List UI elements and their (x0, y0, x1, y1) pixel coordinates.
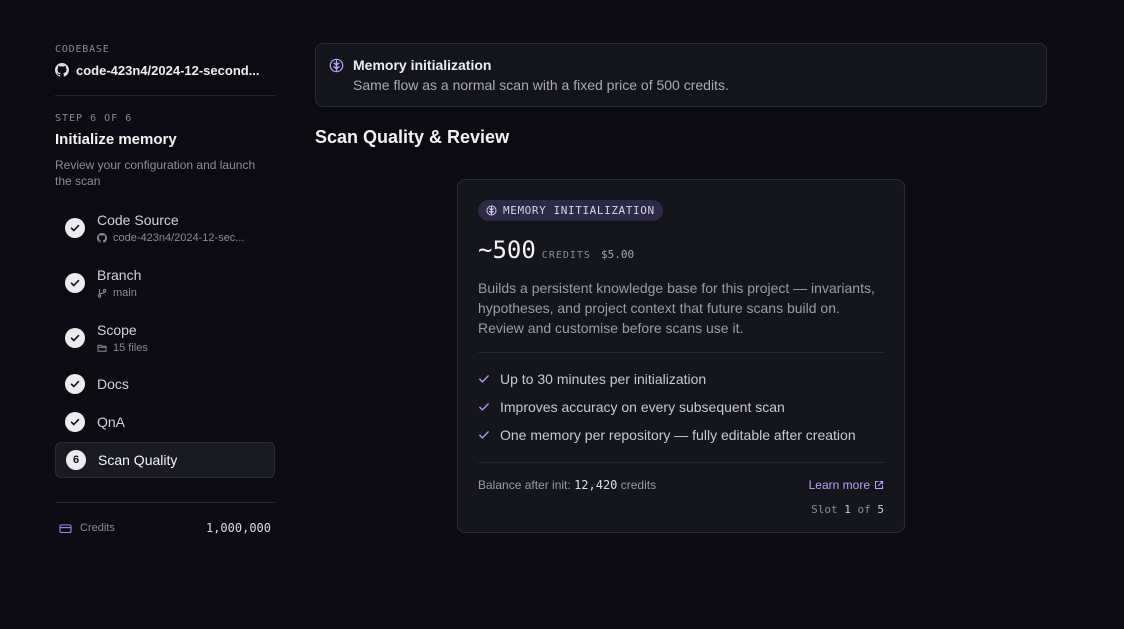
learn-more-link[interactable]: Learn more (809, 478, 884, 492)
step-name: Scope (97, 321, 137, 338)
repo-row: code-423n4/2024-12-second... (55, 62, 275, 78)
credits-value: 1,000,000 (205, 521, 271, 535)
step-detail-text: code-423n4/2024-12-sec... (113, 231, 245, 244)
balance-value: 12,420 (574, 478, 618, 492)
balance-unit: credits (620, 478, 657, 492)
step-number: 6 (72, 454, 80, 466)
credits-label: Credits (80, 522, 115, 534)
feature-text: Improves accuracy on every subsequent sc… (500, 399, 785, 415)
step-counter: STEP 6 OF 6 (55, 113, 133, 124)
step-name: Code Source (97, 211, 179, 228)
check-icon (65, 374, 85, 394)
learn-more-label: Learn more (808, 478, 870, 492)
divider (55, 95, 275, 96)
codebase-label: CODEBASE (55, 44, 110, 55)
memory-init-card: MEMORY INITIALIZATION ~500 CREDITS $5.00… (457, 179, 905, 533)
divider (478, 462, 884, 463)
github-icon (55, 63, 69, 77)
slot-indicator: Slot 1 of 5 (478, 503, 884, 516)
step-number-badge: 6 (66, 450, 86, 470)
credit-card-icon (59, 523, 72, 533)
feature-item: Improves accuracy on every subsequent sc… (478, 393, 884, 421)
brain-icon (486, 205, 497, 216)
price-row: ~500 CREDITS $5.00 (478, 236, 884, 264)
step-docs[interactable]: Docs (55, 365, 275, 403)
branch-icon (97, 288, 107, 298)
price-usd: $5.00 (600, 248, 635, 261)
step-scope[interactable]: Scope 15 files (55, 310, 275, 365)
card-footer: Balance after init: 12,420 credits Learn… (478, 478, 884, 492)
memory-badge: MEMORY INITIALIZATION (478, 200, 663, 221)
step-name: QnA (97, 414, 126, 430)
step-title: Initialize memory (55, 131, 177, 148)
step-detail: code-423n4/2024-12-sec... (97, 232, 244, 244)
check-icon (479, 403, 489, 411)
step-name: Docs (97, 376, 129, 392)
step-detail-text: 15 files (113, 341, 148, 354)
step-detail: 15 files (97, 342, 148, 354)
folder-icon (97, 344, 107, 352)
badge-label: MEMORY INITIALIZATION (503, 204, 655, 217)
step-scan-quality[interactable]: 6 Scan Quality (55, 442, 275, 478)
step-description: Review your configuration and launch the… (55, 158, 256, 188)
check-icon (479, 375, 489, 383)
check-icon (65, 412, 85, 432)
step-name: Branch (97, 266, 142, 283)
feature-text: One memory per repository — fully editab… (500, 427, 856, 443)
price-value: ~500 (478, 236, 536, 264)
feature-item: Up to 30 minutes per initialization (478, 365, 884, 393)
step-name: Scan Quality (98, 452, 178, 468)
check-icon (479, 431, 489, 439)
slot-of: of (857, 503, 871, 516)
section-title: Scan Quality & Review (315, 127, 510, 147)
divider (55, 502, 275, 503)
feature-text: Up to 30 minutes per initialization (500, 371, 707, 387)
step-code-source[interactable]: Code Source code-423n4/2024-12-sec... (55, 200, 275, 255)
sidebar: CODEBASE code-423n4/2024-12-second... ST… (55, 44, 275, 535)
card-description: Builds a persistent knowledge base for t… (478, 280, 875, 336)
feature-item: One memory per repository — fully editab… (478, 421, 884, 449)
external-link-icon (874, 480, 884, 490)
price-unit: CREDITS (541, 250, 591, 261)
step-list: Code Source code-423n4/2024-12-sec... Br… (55, 200, 275, 478)
slot-current: 1 (844, 503, 851, 516)
github-icon (97, 232, 107, 243)
check-icon (65, 327, 85, 348)
info-banner: Memory initialization Same flow as a nor… (315, 43, 1047, 107)
brain-icon (329, 58, 344, 73)
step-branch[interactable]: Branch main (55, 255, 275, 310)
step-detail-text: main (113, 286, 137, 299)
feature-list: Up to 30 minutes per initialization Impr… (478, 353, 884, 449)
banner-title: Memory initialization (353, 57, 492, 73)
slot-total: 5 (877, 503, 884, 516)
banner-text: Same flow as a normal scan with a fixed … (353, 77, 729, 93)
check-icon (65, 272, 85, 293)
balance-label: Balance after init: (478, 478, 571, 492)
repo-name: code-423n4/2024-12-second... (76, 62, 260, 78)
slot-label: Slot (811, 503, 838, 516)
credits-row: Credits 1,000,000 (55, 521, 275, 535)
step-qna[interactable]: QnA (55, 403, 275, 441)
check-icon (65, 217, 85, 238)
balance-after-init: Balance after init: 12,420 credits (478, 478, 656, 492)
step-detail: main (97, 287, 141, 299)
